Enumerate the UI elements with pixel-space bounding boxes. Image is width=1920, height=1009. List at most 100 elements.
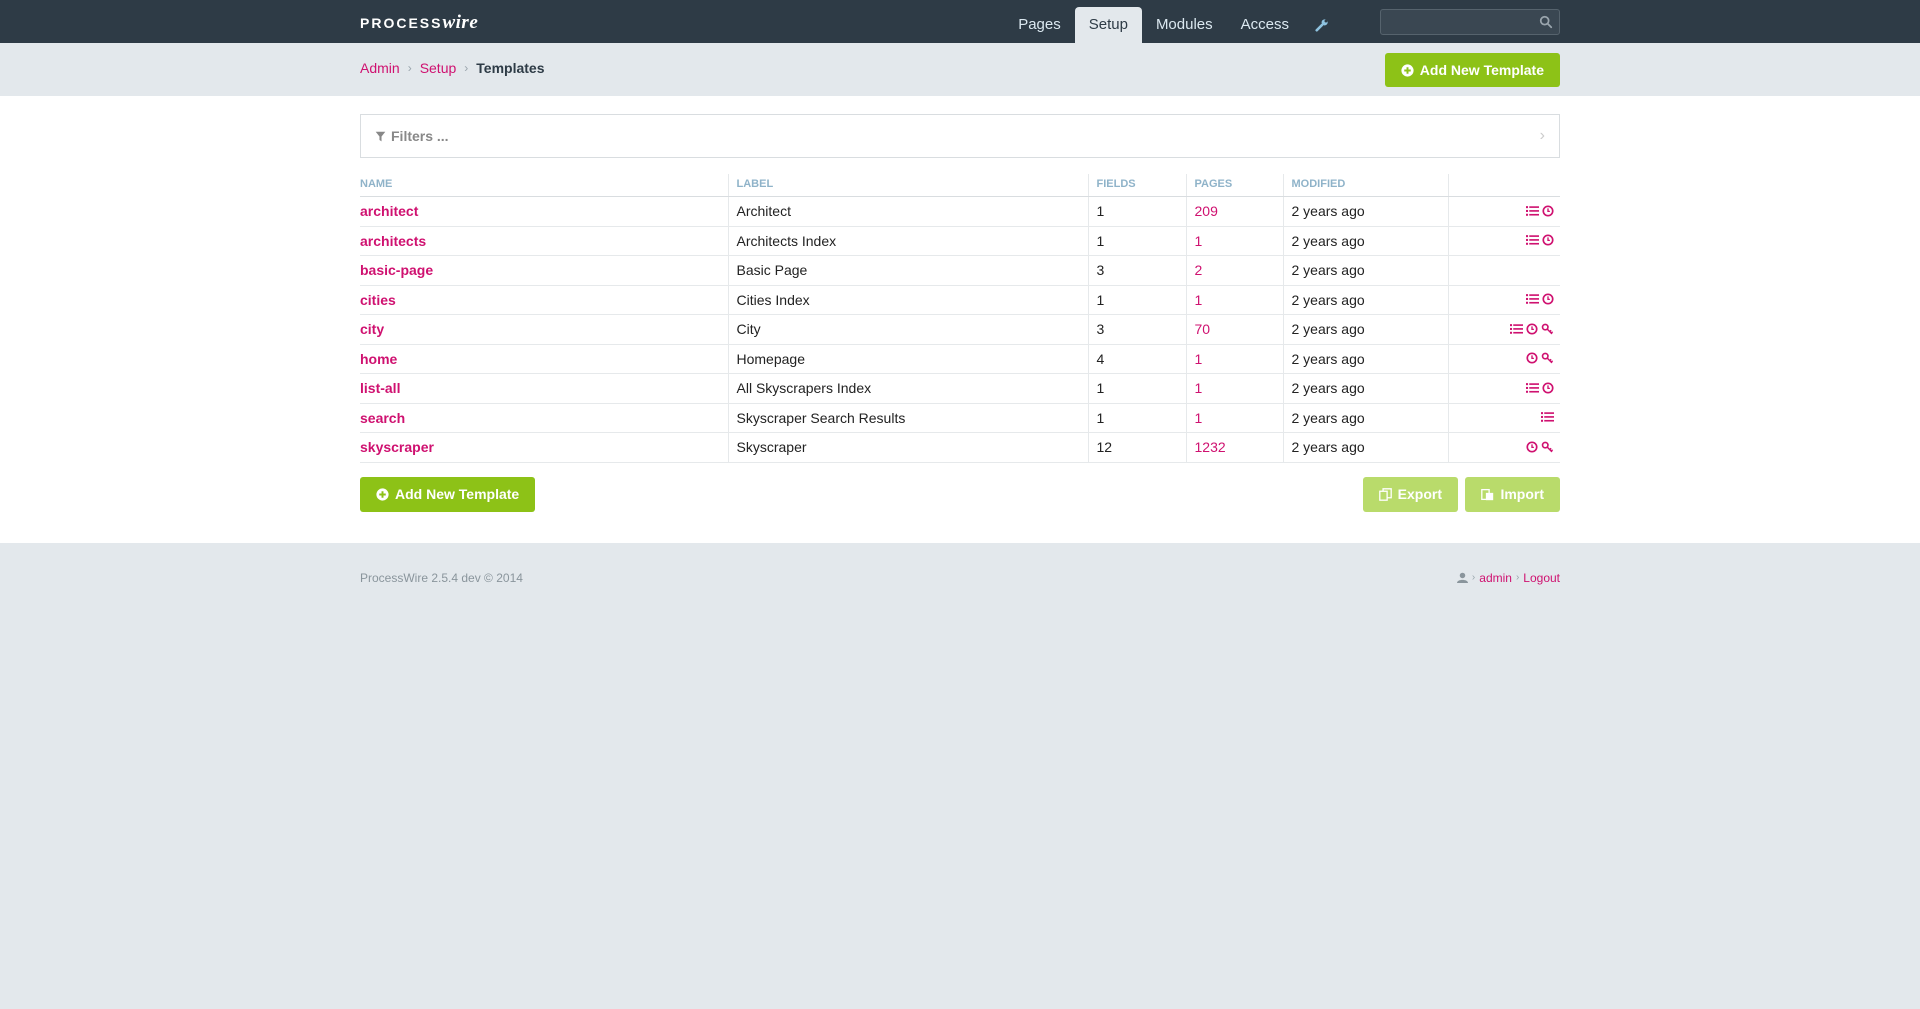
column-header-modified[interactable]: Modified	[1283, 174, 1449, 197]
template-flags	[1448, 196, 1560, 227]
template-label: Architect	[728, 196, 1089, 227]
logout-link[interactable]: Logout	[1523, 571, 1560, 585]
template-name[interactable]: basic-page	[360, 255, 729, 286]
column-header-actions	[1448, 174, 1560, 197]
template-pages[interactable]: 1	[1186, 403, 1284, 433]
template-flags	[1448, 285, 1560, 315]
table-row[interactable]: city City 3 70 2 years ago	[360, 314, 1560, 345]
breadcrumb: Admin › Setup › Templates	[360, 60, 545, 76]
table-row[interactable]: architect Architect 1 209 2 years ago	[360, 196, 1560, 227]
template-flags	[1448, 403, 1560, 433]
filters-panel[interactable]: Filters ... ›	[360, 114, 1560, 158]
template-pages[interactable]: 209	[1186, 196, 1284, 227]
nav-item-pages[interactable]: Pages	[1004, 7, 1075, 43]
list-icon	[1526, 204, 1539, 220]
breadcrumb-admin[interactable]: Admin	[360, 60, 400, 76]
list-icon	[1526, 381, 1539, 397]
table-header-row: Name Label Fields Pages Modified	[360, 174, 1560, 197]
column-header-label[interactable]: Label	[728, 174, 1089, 197]
template-name[interactable]: architect	[360, 196, 729, 227]
template-modified: 2 years ago	[1283, 226, 1449, 256]
import-label: Import	[1500, 486, 1544, 502]
template-fields: 4	[1088, 344, 1187, 374]
template-label: Cities Index	[728, 285, 1089, 315]
table-row[interactable]: skyscraper Skyscraper 12 1232 2 years ag…	[360, 432, 1560, 463]
footer: ProcessWire 2.5.4 dev © 2014 › admin › L…	[0, 543, 1920, 591]
nav-item-setup[interactable]: Setup	[1074, 7, 1142, 43]
template-pages[interactable]: 1	[1186, 344, 1284, 374]
logo-primary: PROCESS	[360, 15, 443, 31]
user-link[interactable]: admin	[1479, 571, 1512, 585]
template-flags	[1448, 255, 1560, 286]
template-pages[interactable]: 1	[1186, 226, 1284, 256]
template-modified: 2 years ago	[1283, 373, 1449, 404]
user-icon	[1456, 572, 1468, 583]
bottom-actions: Add New Template Export Import	[360, 476, 1560, 513]
plus-circle-icon	[1401, 63, 1414, 77]
template-name[interactable]: list-all	[360, 373, 729, 404]
templates-table: Name Label Fields Pages Modified archite…	[360, 174, 1560, 463]
table-row[interactable]: search Skyscraper Search Results 1 1 2 y…	[360, 403, 1560, 433]
list-icon	[1510, 322, 1523, 338]
template-pages[interactable]: 1	[1186, 285, 1284, 315]
nav-item-tools[interactable]	[1303, 7, 1341, 43]
template-pages[interactable]: 70	[1186, 314, 1284, 345]
processwire-logo[interactable]: PROCESSwire	[360, 12, 478, 34]
search-icon[interactable]	[1539, 15, 1553, 29]
key-icon	[1541, 322, 1554, 338]
template-flags	[1448, 314, 1560, 345]
paste-icon	[1481, 488, 1494, 500]
add-new-template-button[interactable]: Add New Template	[1384, 53, 1560, 87]
clock-icon	[1542, 381, 1554, 397]
breadcrumb-setup[interactable]: Setup	[420, 60, 457, 76]
template-modified: 2 years ago	[1283, 344, 1449, 374]
breadcrumb-current: Templates	[476, 60, 545, 76]
template-name[interactable]: skyscraper	[360, 432, 729, 463]
template-name[interactable]: search	[360, 403, 729, 433]
template-flags	[1448, 373, 1560, 404]
add-new-template-button[interactable]: Add New Template	[360, 476, 536, 512]
nav-item-modules[interactable]: Modules	[1142, 7, 1227, 43]
footer-separator: ›	[1515, 572, 1520, 583]
column-header-pages[interactable]: Pages	[1186, 174, 1284, 197]
template-label: Skyscraper	[728, 432, 1089, 463]
template-name[interactable]: home	[360, 344, 729, 374]
table-row[interactable]: architects Architects Index 1 1 2 years …	[360, 226, 1560, 256]
template-fields: 1	[1088, 403, 1187, 433]
template-pages[interactable]: 1232	[1186, 432, 1284, 463]
template-name[interactable]: city	[360, 314, 729, 345]
table-row[interactable]: list-all All Skyscrapers Index 1 1 2 yea…	[360, 373, 1560, 404]
table-body: architect Architect 1 209 2 years ago ar…	[360, 196, 1560, 463]
template-label: City	[728, 314, 1089, 345]
template-pages[interactable]: 1	[1186, 373, 1284, 404]
search-box	[1380, 9, 1560, 35]
clock-icon	[1542, 292, 1554, 308]
template-name[interactable]: architects	[360, 226, 729, 256]
table-row[interactable]: cities Cities Index 1 1 2 years ago	[360, 285, 1560, 315]
nav-item-access[interactable]: Access	[1227, 7, 1303, 43]
key-icon	[1541, 440, 1554, 456]
column-header-name[interactable]: Name	[360, 174, 729, 197]
export-button[interactable]: Export	[1362, 476, 1458, 512]
template-flags	[1448, 344, 1560, 374]
masthead: PROCESSwire Pages Setup Modules Access	[0, 0, 1920, 43]
top-navigation: Pages Setup Modules Access	[1004, 7, 1341, 43]
import-button[interactable]: Import	[1465, 476, 1560, 512]
search-input[interactable]	[1381, 10, 1559, 34]
footer-separator: ›	[1471, 572, 1476, 583]
clock-icon	[1542, 204, 1554, 220]
add-new-template-label: Add New Template	[1419, 62, 1544, 78]
export-label: Export	[1397, 486, 1442, 502]
list-icon	[1526, 233, 1539, 249]
template-flags	[1448, 432, 1560, 463]
table-row[interactable]: basic-page Basic Page 3 2 2 years ago	[360, 255, 1560, 286]
template-pages[interactable]: 2	[1186, 255, 1284, 286]
template-name[interactable]: cities	[360, 285, 729, 315]
template-flags	[1448, 226, 1560, 256]
key-icon	[1541, 351, 1554, 367]
breadcrumb-bar: Admin › Setup › Templates Add New Templa…	[0, 43, 1920, 96]
list-icon	[1526, 292, 1539, 308]
template-label: Basic Page	[728, 255, 1089, 286]
table-row[interactable]: home Homepage 4 1 2 years ago	[360, 344, 1560, 374]
column-header-fields[interactable]: Fields	[1088, 174, 1187, 197]
